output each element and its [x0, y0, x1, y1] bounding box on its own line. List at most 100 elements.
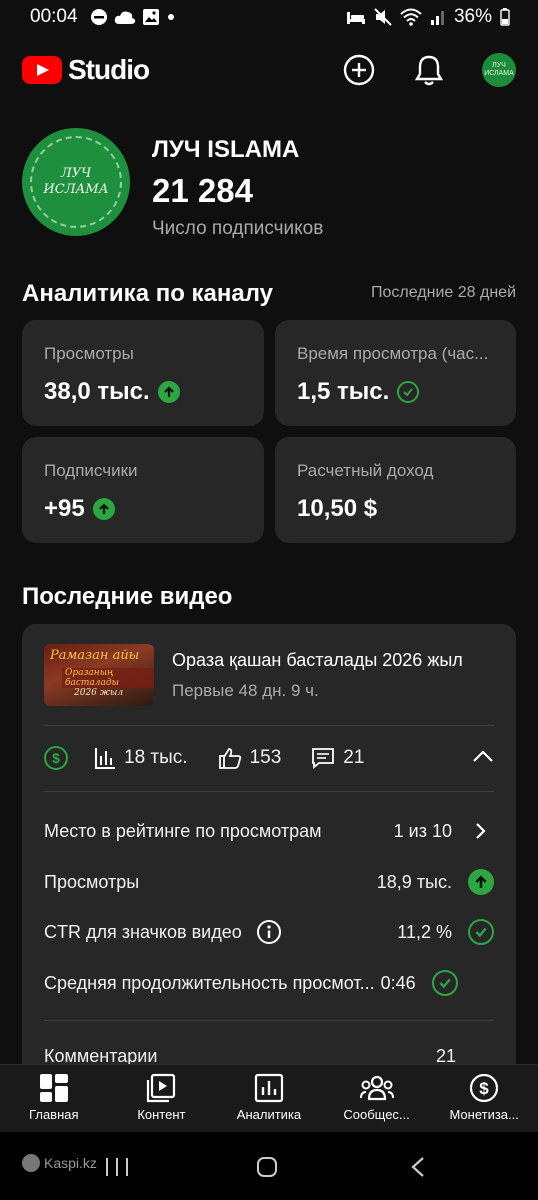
nav-label: Аналитика — [236, 1107, 302, 1122]
card-value: 1,5 тыс. — [297, 378, 494, 406]
card-label: Подписчики — [44, 461, 138, 480]
account-avatar[interactable]: ЛУЧ ИСЛАМА — [482, 53, 516, 87]
analytics-card-watch-time[interactable]: Время просмотра (час... 1,5 тыс. — [275, 320, 516, 426]
thumb-title: Рамазан айы — [50, 648, 140, 663]
channel-name: ЛУЧ ISLAMA — [152, 136, 300, 163]
dnd-icon — [90, 9, 107, 25]
channel-info: ЛУЧ ISLAMA 21 284 Число подписчиков — [152, 136, 323, 240]
create-button[interactable] — [342, 53, 376, 87]
studio-logo-text: Studio — [68, 54, 150, 85]
wifi-icon — [400, 8, 422, 26]
comments-stat: 21 — [311, 747, 364, 769]
metric-value: 11,2 % — [397, 921, 452, 942]
notifications-button[interactable] — [412, 53, 446, 87]
views-stat: 18 тыс. — [94, 747, 188, 769]
card-value: 38,0 тыс. — [44, 378, 242, 406]
check-circle-icon — [431, 970, 458, 996]
bar-chart-icon — [95, 748, 115, 769]
card-label: Время просмотра (час... — [297, 344, 489, 363]
signal-icon — [430, 11, 444, 25]
divider — [44, 791, 494, 792]
nav-content[interactable]: Контент — [108, 1065, 216, 1132]
bell-icon — [414, 55, 444, 86]
status-left-icons — [90, 8, 176, 26]
metric-ctr: CTR для значков видео 11,2 % — [44, 919, 494, 945]
check-circle-icon — [468, 919, 494, 945]
video-thumbnail[interactable]: Рамазан айы Оразаның басталады 2026 жыл — [44, 644, 154, 706]
card-value: 10,50 $ — [297, 495, 494, 523]
analytics-card-subscribers[interactable]: Подписчики +95 — [22, 437, 264, 543]
analytics-card-views[interactable]: Просмотры 38,0 тыс. — [22, 320, 264, 426]
trend-up-icon — [468, 869, 494, 895]
video-header[interactable]: Рамазан айы Оразаның басталады 2026 жыл … — [44, 644, 463, 706]
status-right: 36% — [346, 6, 510, 28]
trend-up-icon — [157, 381, 180, 403]
bottom-navigation: Главная Контент Аналитика Сообщес... $ М… — [0, 1064, 538, 1132]
thumb-year: 2026 жыл — [74, 688, 124, 698]
metric-avg-duration: Средняя продолжительность просмот... 0:4… — [44, 970, 494, 996]
dot-icon — [167, 14, 174, 20]
cloud-icon — [114, 11, 135, 24]
battery-level: 36% — [453, 6, 492, 27]
comment-icon — [312, 748, 335, 769]
home-icon — [257, 1157, 277, 1177]
metric-name: Просмотры — [44, 871, 140, 892]
views-count: 18 тыс. — [124, 747, 188, 768]
divider — [44, 1020, 494, 1021]
latest-videos-title: Последние видео — [22, 583, 233, 610]
header-actions: ЛУЧ ИСЛАМА — [342, 53, 516, 87]
analytics-card-revenue[interactable]: Расчетный доход 10,50 $ — [275, 437, 516, 543]
likes-stat: 153 — [218, 747, 281, 769]
subscriber-count: 21 284 — [152, 172, 253, 209]
add-circle-icon — [343, 54, 375, 86]
sleep-icon — [346, 12, 365, 24]
card-value-text: +95 — [44, 495, 85, 522]
content-icon — [147, 1073, 176, 1103]
app-header: Studio ЛУЧ ИСЛАМА — [0, 40, 538, 100]
check-circle-icon — [397, 381, 420, 403]
thumb-subtitle: Оразаның басталады — [62, 668, 154, 688]
gallery-icon — [142, 9, 159, 25]
collapse-button[interactable] — [472, 747, 494, 769]
trend-up-icon — [92, 498, 115, 520]
subscriber-count-label: Число подписчиков — [152, 218, 324, 239]
account-avatar-text: ЛУЧ ИСЛАМА — [484, 62, 514, 77]
back-button[interactable] — [410, 1156, 426, 1183]
channel-summary: ЛУЧ ИСЛАМА ЛУЧ ISLAMA 21 284 Число подпи… — [22, 128, 323, 240]
home-button[interactable] — [256, 1156, 278, 1183]
back-icon — [411, 1157, 424, 1177]
status-bar: 00:04 36% — [0, 0, 538, 34]
latest-video-card: Рамазан айы Оразаның басталады 2026 жыл … — [22, 624, 516, 1084]
metric-ranking[interactable]: Место в рейтинге по просмотрам 1 из 10 — [44, 818, 494, 844]
nav-monetization[interactable]: $ Монетиза... — [430, 1065, 538, 1132]
metric-name: CTR для значков видео — [44, 921, 242, 942]
status-time: 00:04 — [30, 6, 78, 27]
thumbs-up-icon — [218, 748, 241, 769]
monetization-icon: $ — [470, 1073, 499, 1103]
analytics-icon — [254, 1073, 284, 1103]
channel-avatar[interactable]: ЛУЧ ИСЛАМА — [22, 128, 130, 236]
chevron-up-icon — [473, 750, 493, 762]
metric-name: Средняя продолжительность просмот... — [44, 972, 375, 993]
nav-label: Монетиза... — [449, 1107, 519, 1122]
nav-label: Контент — [137, 1107, 186, 1122]
video-title: Ораза қашан басталады 2026 жыл — [172, 649, 463, 670]
metric-name: Место в рейтинге по просмотрам — [44, 820, 322, 841]
avatar-wreath — [30, 136, 122, 228]
nav-community[interactable]: Сообщес... — [323, 1065, 431, 1132]
recents-button[interactable] — [104, 1156, 130, 1183]
video-stats-row: $ 18 тыс. 153 21 — [44, 746, 494, 770]
metric-value: 0:46 — [380, 972, 416, 993]
card-label: Расчетный доход — [297, 461, 434, 480]
analytics-period[interactable]: Последние 28 дней — [371, 284, 516, 302]
video-period: Первые 48 дн. 9 ч. — [172, 680, 319, 700]
info-icon[interactable] — [256, 919, 282, 945]
nav-label: Сообщес... — [343, 1107, 410, 1122]
watermark-text: Kaspi.kz — [44, 1155, 97, 1171]
svg-text:$: $ — [479, 1079, 489, 1098]
studio-logo[interactable]: Studio — [22, 54, 150, 86]
nav-dashboard[interactable]: Главная — [0, 1065, 108, 1132]
chevron-right-icon — [468, 818, 494, 844]
nav-label: Главная — [29, 1107, 79, 1122]
nav-analytics[interactable]: Аналитика — [215, 1065, 323, 1132]
